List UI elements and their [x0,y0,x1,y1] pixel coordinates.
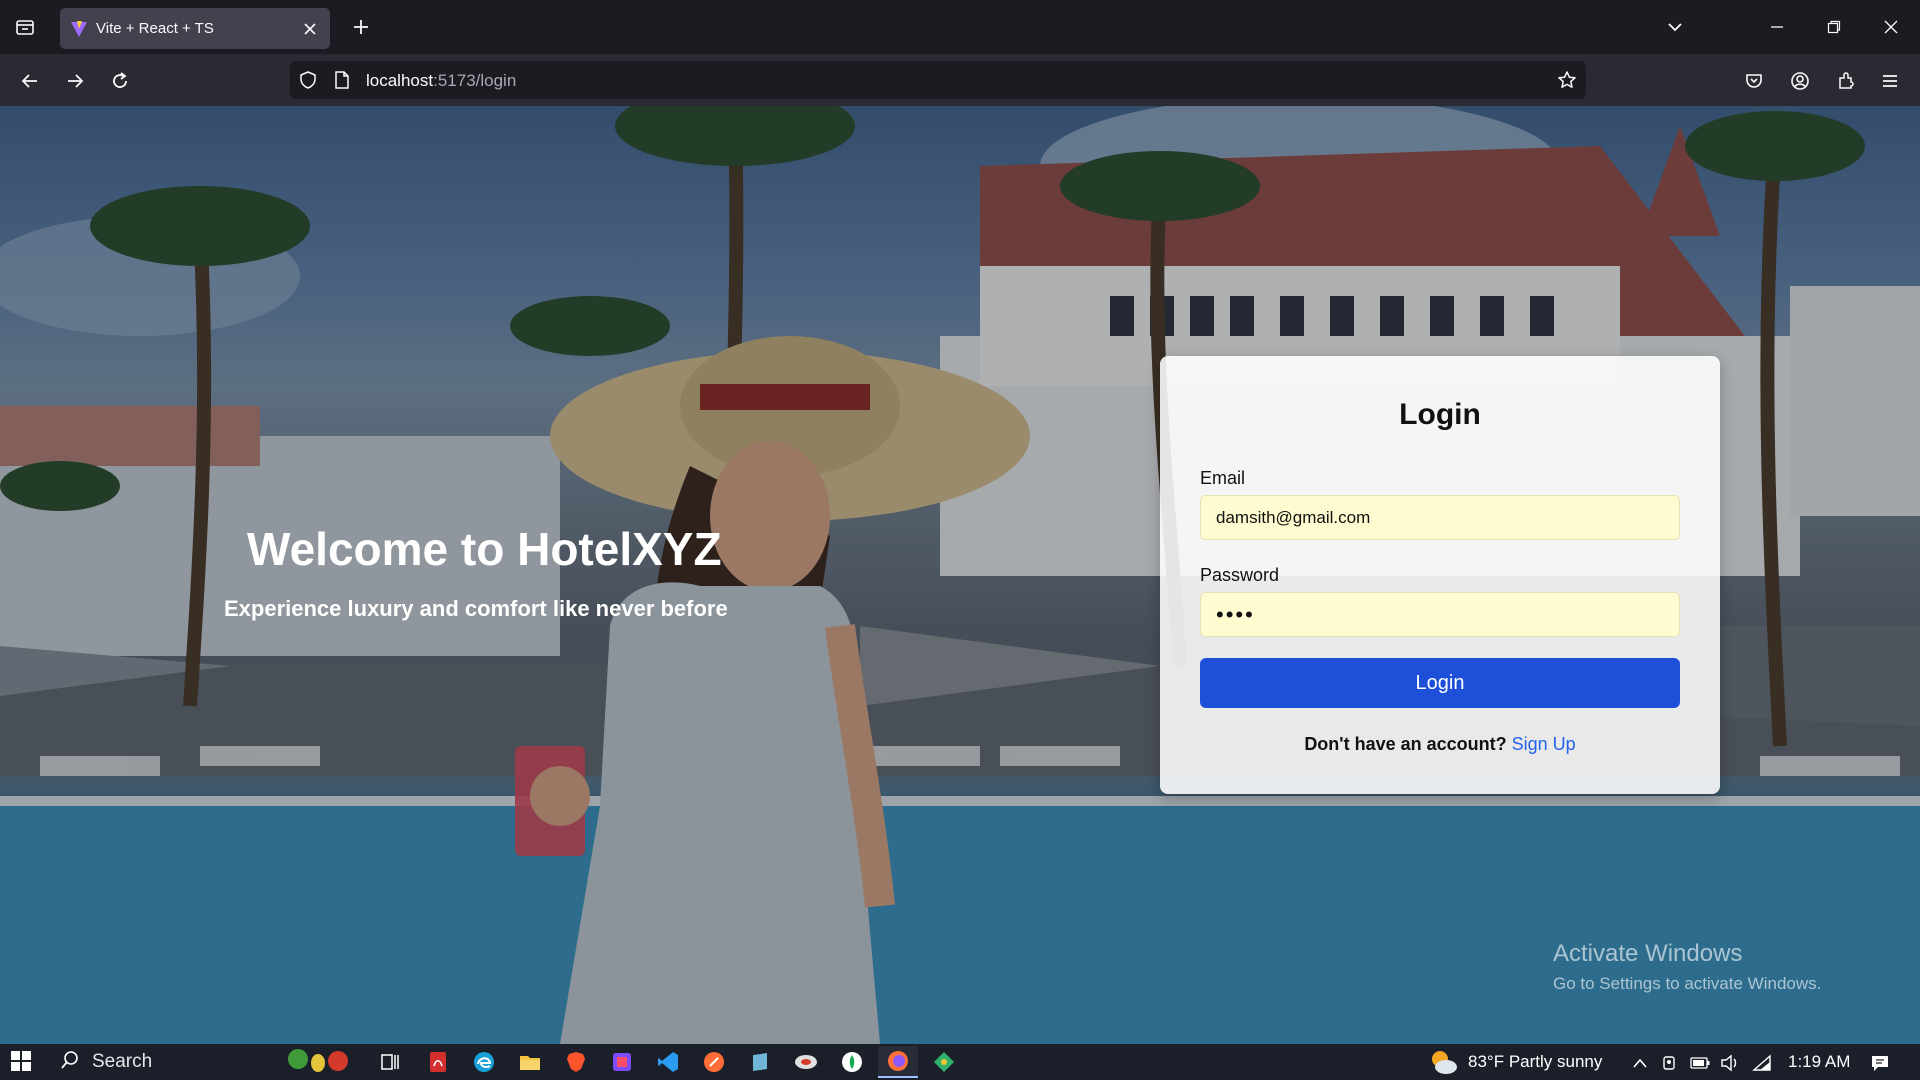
tab-title: Vite + React + TS [96,20,214,37]
browser-tab[interactable]: Vite + React + TS [60,8,330,49]
close-window-icon[interactable] [1876,12,1906,42]
windows-start-icon[interactable] [10,1050,34,1074]
address-bar[interactable]: localhost:5173/login [290,61,1586,99]
notes-app-icon[interactable] [740,1046,780,1078]
new-tab-icon[interactable] [346,12,376,42]
bookmark-star-icon[interactable] [1556,69,1578,91]
weather-partly-sunny-icon[interactable] [1428,1049,1458,1075]
brave-browser-icon[interactable] [556,1046,596,1078]
vite-logo-icon [70,20,88,38]
git-client-icon[interactable] [924,1046,964,1078]
menu-icon[interactable] [1874,65,1906,97]
hero-subtitle: Experience luxury and comfort like never… [224,596,728,621]
minimize-icon[interactable] [1762,12,1792,42]
pdf-reader-icon[interactable] [418,1046,458,1078]
show-hidden-icons-chevron-icon[interactable] [1630,1053,1650,1073]
signup-link[interactable]: Sign Up [1512,734,1576,754]
hero-title: Welcome to HotelXYZ [247,523,722,575]
database-app-icon[interactable] [786,1046,826,1078]
chevron-down-icon[interactable] [1660,12,1690,42]
url-text: localhost:5173/login [366,71,517,90]
login-title: Login [1399,398,1481,431]
volume-icon[interactable] [1720,1053,1740,1073]
taskbar-search[interactable]: Search [46,1044,356,1080]
code-editor-icon[interactable] [602,1046,642,1078]
firefox-icon[interactable] [878,1046,918,1078]
notifications-icon[interactable] [1870,1053,1890,1073]
edge-browser-icon[interactable] [464,1046,504,1078]
login-button[interactable]: Login [1200,658,1680,708]
activate-title: Activate Windows [1553,940,1743,967]
task-view-icon[interactable] [370,1046,410,1078]
login-card: Login Email Password Login Don't have an… [1160,356,1720,794]
battery-icon[interactable] [1690,1053,1710,1073]
password-label: Password [1200,565,1280,585]
meet-now-icon[interactable] [1660,1053,1680,1073]
email-label: Email [1200,468,1246,488]
clock-time[interactable]: 1:19 AM [1788,1052,1850,1072]
reload-icon[interactable] [104,65,136,97]
vegetables-search-highlight-icon [284,1047,350,1078]
login-page: Welcome to HotelXYZ Experience luxury an… [0,106,1920,1044]
account-icon[interactable] [1784,65,1816,97]
forward-icon[interactable] [59,65,91,97]
browser-toolbar: localhost:5173/login [0,54,1920,106]
password-field[interactable] [1200,592,1680,637]
restore-icon[interactable] [1819,12,1849,42]
signup-prompt: Don't have an account? Sign Up [1160,734,1720,755]
search-label: Search [92,1051,153,1072]
signup-question: Don't have an account? [1304,734,1507,754]
page-icon[interactable] [332,70,352,90]
windows-taskbar: Search 83°F Partly sunny 1:19 AM [0,1044,1920,1080]
shield-icon[interactable] [298,70,318,90]
vscode-icon[interactable] [648,1046,688,1078]
wifi-icon[interactable] [1752,1053,1772,1073]
pocket-icon[interactable] [1738,65,1770,97]
file-explorer-icon[interactable] [510,1046,550,1078]
activate-windows-watermark: Activate Windows Go to Settings to activ… [1553,940,1821,994]
tab-list-icon[interactable] [10,12,40,42]
extensions-icon[interactable] [1830,65,1862,97]
search-icon [60,1050,80,1075]
postman-icon[interactable] [694,1046,734,1078]
close-tab-icon[interactable] [300,19,320,39]
mongodb-compass-icon[interactable] [832,1046,872,1078]
weather-text[interactable]: 83°F Partly sunny [1468,1052,1602,1072]
back-icon[interactable] [14,65,46,97]
browser-tab-bar: Vite + React + TS [0,0,1920,54]
activate-subtitle: Go to Settings to activate Windows. [1553,974,1822,993]
email-field[interactable] [1200,495,1680,540]
